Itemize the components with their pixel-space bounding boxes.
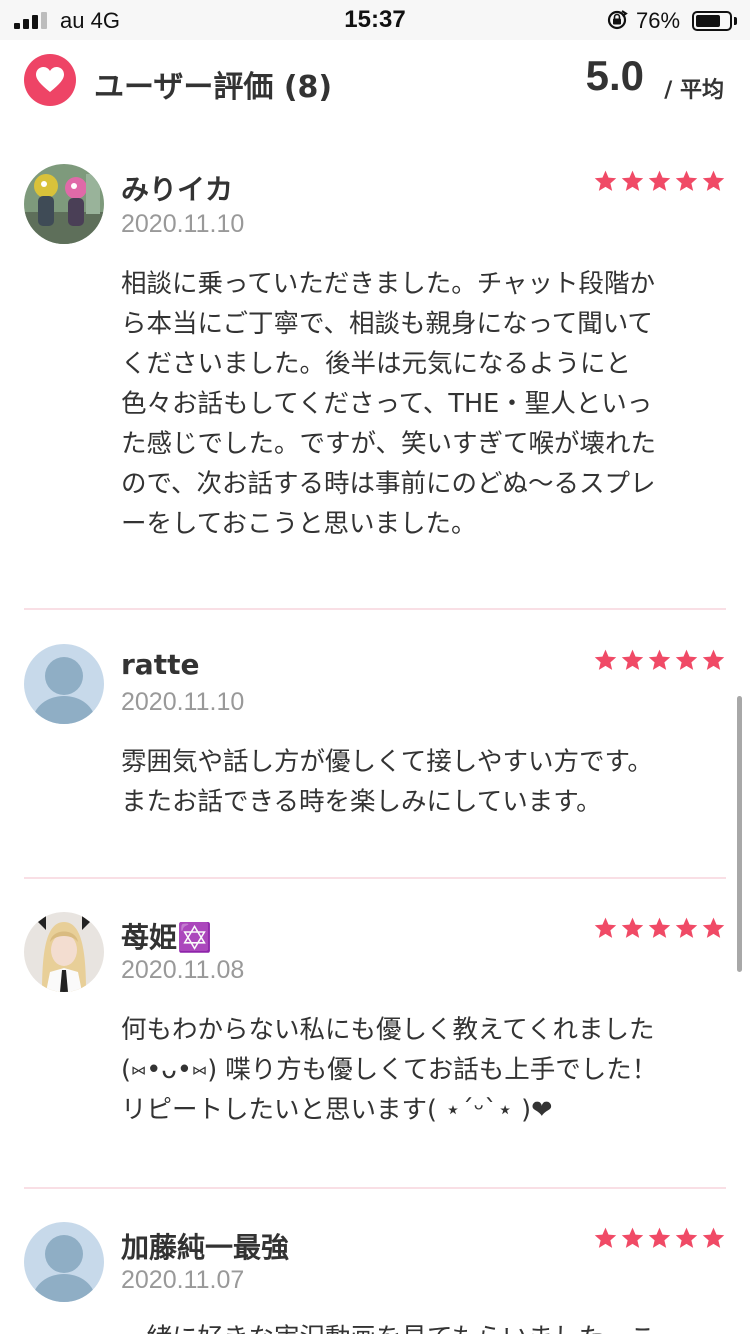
- star-icon: [702, 649, 725, 670]
- review-item: みりイカ 2020.11.10 相談に乗っていただきました。チャット段階か ら本…: [24, 160, 726, 610]
- star-icon: [675, 1227, 698, 1248]
- star-icon: [702, 917, 725, 938]
- battery-percent: 76%: [636, 8, 681, 33]
- status-bar: au 4G 15:37 76%: [0, 0, 750, 40]
- default-user-icon: [45, 1235, 83, 1273]
- page-title: ユーザー評価 (8): [94, 70, 333, 105]
- star-rating: [593, 169, 726, 194]
- divider: [24, 877, 726, 879]
- star-icon: [594, 649, 617, 670]
- user-photo: [24, 912, 104, 992]
- avatar[interactable]: [24, 644, 104, 724]
- star-icon: [675, 170, 698, 191]
- star-icon: [594, 917, 617, 938]
- star-icon: [648, 917, 671, 938]
- review-item: 加藤純一最強 2020.11.07 一緒に好きな実況動画を見てもらいました。こ: [24, 1218, 726, 1334]
- star-icon: [648, 649, 671, 670]
- star-icon: [648, 170, 671, 191]
- battery-icon: [692, 11, 732, 31]
- heart-icon: [24, 54, 76, 106]
- review-text: 相談に乗っていただきました。チャット段階か ら本当にご丁寧で、相談も親身になって…: [121, 269, 656, 539]
- reviewer-name: 加藤純一最強: [121, 1231, 290, 1264]
- average-score: 5.0: [585, 52, 644, 99]
- review-item: ratte 2020.11.10 雰囲気や話し方が優しくて接しやすい方です。 ま…: [24, 640, 726, 878]
- review-date: 2020.11.08: [121, 956, 245, 984]
- star-icon: [594, 170, 617, 191]
- star-icon: [621, 917, 644, 938]
- avatar[interactable]: [24, 164, 104, 244]
- review-item: 苺姫✡️ 2020.11.08 何もわからない私にも優しく教えてくれました (⑅…: [24, 908, 726, 1188]
- star-icon: [621, 1227, 644, 1248]
- scrollbar[interactable]: [737, 696, 742, 972]
- star-rating: [593, 1226, 726, 1251]
- star-icon: [675, 917, 698, 938]
- review-text: 一緒に好きな実況動画を見てもらいました。こ: [121, 1318, 721, 1334]
- reviewer-name: 苺姫✡️: [121, 921, 212, 954]
- star-rating: [593, 648, 726, 673]
- review-date: 2020.11.10: [121, 210, 245, 238]
- star-rating: [593, 916, 726, 941]
- divider: [24, 1187, 726, 1189]
- star-icon: [621, 170, 644, 191]
- star-icon: [702, 170, 725, 191]
- review-text: 何もわからない私にも優しく教えてくれました (⑅•ᴗ•⑅) 喋り方も優しくてお話…: [121, 1015, 658, 1125]
- star-icon: [702, 1227, 725, 1248]
- user-photo: [24, 164, 104, 244]
- review-text: 雰囲気や話し方が優しくて接しやすい方です。 またお話できる時を楽しみにしています…: [121, 747, 653, 817]
- star-icon: [675, 649, 698, 670]
- average-label: / 平均: [664, 78, 724, 103]
- reviewer-name: ratte: [121, 648, 200, 681]
- ratings-header: ユーザー評価 (8) 5.0 / 平均: [0, 40, 750, 124]
- star-icon: [621, 649, 644, 670]
- review-date: 2020.11.07: [121, 1266, 245, 1294]
- review-date: 2020.11.10: [121, 688, 245, 716]
- avatar[interactable]: [24, 1222, 104, 1302]
- star-icon: [594, 1227, 617, 1248]
- reviewer-name: みりイカ: [121, 173, 234, 206]
- star-icon: [648, 1227, 671, 1248]
- avatar[interactable]: [24, 912, 104, 992]
- rotation-lock-icon: [607, 10, 628, 30]
- divider: [24, 608, 726, 610]
- default-user-icon: [45, 657, 83, 695]
- battery-tip: [734, 17, 737, 25]
